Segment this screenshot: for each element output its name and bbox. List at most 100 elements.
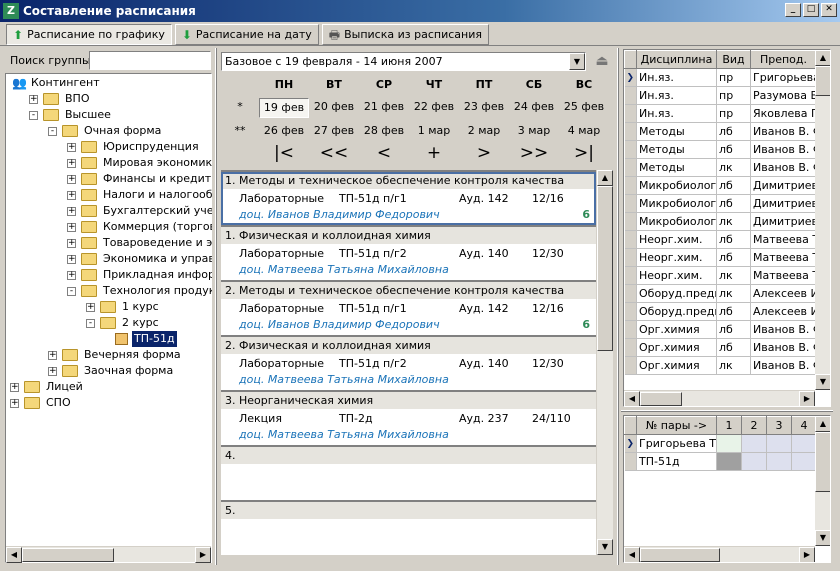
table-cell[interactable]: Орг.химия: [636, 356, 717, 375]
tree-node[interactable]: + Товароведение и экспер: [5, 235, 212, 251]
column-header[interactable]: Дисциплина: [636, 50, 717, 69]
scroll-thumb[interactable]: [22, 548, 114, 562]
table-cell[interactable]: Неорг.хим.: [636, 266, 717, 285]
expand-icon[interactable]: +: [67, 255, 76, 264]
right-splitter[interactable]: [617, 48, 619, 565]
tree-node[interactable]: + Финансы и кредит: [5, 171, 212, 187]
disciplines-horizontal-scrollbar[interactable]: ◀ ▶: [624, 390, 815, 406]
table-cell[interactable]: пр: [716, 68, 751, 87]
table-cell[interactable]: Методы: [636, 140, 717, 159]
table-cell[interactable]: Методы: [636, 122, 717, 141]
expand-icon[interactable]: +: [67, 239, 76, 248]
table-cell[interactable]: пр: [716, 86, 751, 105]
scroll-up-button[interactable]: ▲: [815, 50, 830, 66]
table-cell[interactable]: лк: [716, 356, 751, 375]
table-cell[interactable]: Иванов В. Ф.: [750, 122, 817, 141]
table-row[interactable]: Ин.яз. пр Яковлева Г.: [624, 104, 817, 123]
table-cell[interactable]: Матвеева Т.: [750, 266, 817, 285]
tree-node[interactable]: - Технология продуктов о: [5, 283, 212, 299]
expand-icon[interactable]: +: [67, 207, 76, 216]
calendar-date[interactable]: 20 фев: [309, 98, 359, 118]
pair-column-header[interactable]: 2: [741, 416, 767, 435]
table-cell[interactable]: Орг.химия: [636, 320, 717, 339]
scroll-up-button[interactable]: ▲: [815, 416, 830, 432]
tree-node[interactable]: + Коммерция (торговое де: [5, 219, 212, 235]
table-row[interactable]: Орг.химиялбИванов В. Ф.: [624, 338, 817, 357]
pairs-vertical-scrollbar[interactable]: ▲ ▼: [815, 416, 830, 546]
table-row[interactable]: МикробиологилкДимитриев А: [624, 212, 817, 231]
expand-icon[interactable]: +: [48, 351, 57, 360]
table-cell[interactable]: Оборуд.предп: [636, 284, 717, 303]
table-cell[interactable]: Иванов В. Ф.: [750, 320, 817, 339]
tab-schedule-by-date[interactable]: ⬇ Расписание на дату: [174, 24, 319, 45]
table-row[interactable]: Неорг.хим. лк Матвеева Т.: [624, 266, 817, 285]
table-row[interactable]: Оборуд.предп лк Алексеев И.: [624, 284, 817, 303]
table-row[interactable]: МетодылбИванов В. Ф.: [624, 140, 817, 159]
calendar-date[interactable]: 24 фев: [509, 98, 559, 118]
pair-slot-cell[interactable]: [716, 452, 742, 471]
scroll-thumb[interactable]: [640, 392, 682, 406]
table-cell[interactable]: Димитриев А: [750, 212, 817, 231]
scroll-thumb[interactable]: [815, 432, 830, 492]
tree-node[interactable]: + Юриспруденция: [5, 139, 212, 155]
table-cell[interactable]: Методы: [636, 158, 717, 177]
table-cell[interactable]: лб: [716, 302, 751, 321]
lesson-teacher[interactable]: доц. Иванов Владимир Федорович: [239, 208, 594, 221]
tree-node[interactable]: + Налоги и налогообложе: [5, 187, 212, 203]
table-cell[interactable]: лб: [716, 230, 751, 249]
schedule-item[interactable]: 1. Методы и техническое обеспечение конт…: [221, 172, 596, 225]
minimize-button[interactable]: _: [785, 3, 801, 17]
tab-schedule-extract[interactable]: 🖶 Выписка из расписания: [321, 24, 489, 45]
table-cell[interactable]: лб: [716, 122, 751, 141]
expand-icon[interactable]: +: [67, 159, 76, 168]
scroll-up-button[interactable]: ▲: [597, 170, 613, 186]
expand-icon[interactable]: +: [29, 95, 38, 104]
table-row[interactable]: Неорг.хим. лб Матвеева Т.: [624, 230, 817, 249]
table-cell[interactable]: Микробиологи: [636, 212, 717, 231]
pairs-horizontal-scrollbar[interactable]: ◀ ▶: [624, 546, 815, 562]
disciplines-vertical-scrollbar[interactable]: ▲ ▼: [815, 50, 830, 390]
calendar-date[interactable]: 4 мар: [559, 124, 609, 137]
scroll-down-button[interactable]: ▼: [815, 374, 830, 390]
expand-icon[interactable]: +: [67, 271, 76, 280]
tree-node[interactable]: + Бухгалтерский учет, ана: [5, 203, 212, 219]
tree-node[interactable]: +1 курс: [5, 299, 212, 315]
table-cell[interactable]: Микробиологи: [636, 176, 717, 195]
pair-row-label[interactable]: Григорьева Т.Н: [636, 434, 717, 453]
table-cell[interactable]: Иванов В. Ф.: [750, 140, 817, 159]
tree-node[interactable]: ТП-51д: [5, 331, 212, 347]
table-cell[interactable]: Димитриев А: [750, 176, 817, 195]
table-cell[interactable]: Матвеева Т.: [750, 230, 817, 249]
table-cell[interactable]: лб: [716, 248, 751, 267]
calendar-date[interactable]: 26 фев: [259, 124, 309, 137]
table-cell[interactable]: лк: [716, 266, 751, 285]
period-select[interactable]: Базовое с 19 февраля - 14 июня 2007 ▼: [221, 52, 586, 71]
last-week-button[interactable]: >|: [559, 143, 609, 163]
tree-node[interactable]: - 2 курс: [5, 315, 212, 331]
pair-slot-cell[interactable]: [741, 434, 767, 453]
calendar-date[interactable]: 21 фев: [359, 98, 409, 118]
table-row[interactable]: Орг.химиялбИванов В. Ф.: [624, 320, 817, 339]
collapse-icon[interactable]: -: [86, 319, 95, 328]
table-row[interactable]: МикробиологилбДимитриев А: [624, 194, 817, 213]
pair-column-header[interactable]: 1: [716, 416, 742, 435]
collapse-panel-icon[interactable]: ⏏: [593, 52, 611, 71]
lesson-teacher[interactable]: доц. Матвеева Татьяна Михайловна: [239, 263, 594, 276]
expand-icon[interactable]: +: [67, 175, 76, 184]
close-button[interactable]: ✕: [821, 3, 837, 17]
table-row[interactable]: Ин.яз. пр Разумова В.: [624, 86, 817, 105]
table-cell[interactable]: Орг.химия: [636, 338, 717, 357]
next-week-button[interactable]: >: [459, 143, 509, 163]
table-cell[interactable]: Неорг.хим.: [636, 230, 717, 249]
scroll-right-button[interactable]: ▶: [195, 547, 211, 563]
table-cell[interactable]: Алексеев И.: [750, 284, 817, 303]
pair-slot-cell[interactable]: [766, 434, 792, 453]
table-cell[interactable]: Ин.яз.: [636, 104, 717, 123]
schedule-vertical-scrollbar[interactable]: ▲ ▼: [597, 170, 613, 555]
table-row[interactable]: Орг.химиялкИванов В. Ф.: [624, 356, 817, 375]
table-cell[interactable]: лб: [716, 140, 751, 159]
table-cell[interactable]: Иванов В. Ф.: [750, 338, 817, 357]
calendar-date[interactable]: 27 фев: [309, 124, 359, 137]
schedule-item[interactable]: 2. Методы и техническое обеспечение конт…: [221, 282, 596, 335]
scroll-right-button[interactable]: ▶: [799, 547, 815, 562]
